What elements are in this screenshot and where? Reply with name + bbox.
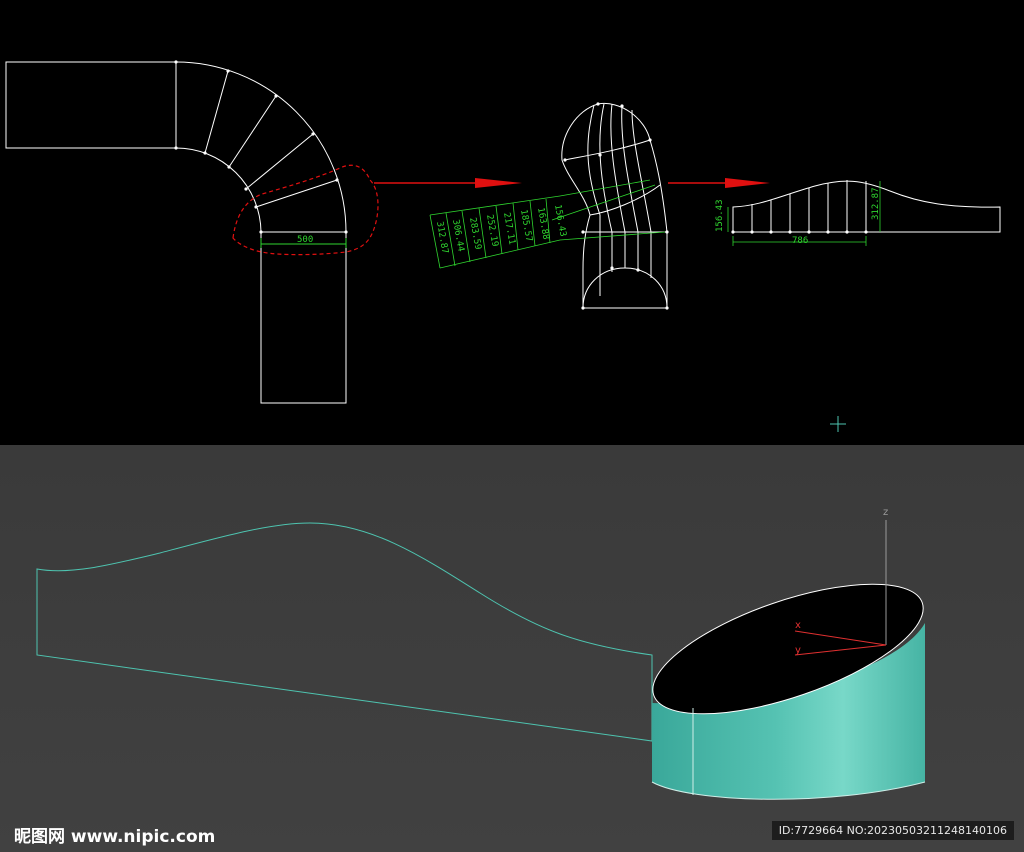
dimension-label: 786 bbox=[792, 236, 808, 246]
axis-y-label: y bbox=[795, 645, 801, 656]
viewport-area[interactable]: 500 312.87 306.44 283.59 252.19 217.11 1… bbox=[0, 0, 1024, 852]
vertical-pipe-segment bbox=[260, 231, 347, 404]
unrolled-spline-shape[interactable] bbox=[36, 522, 653, 742]
cylinder-end-cap bbox=[582, 267, 668, 309]
cut-cylinder-wireframe[interactable] bbox=[561, 102, 668, 309]
elbow-outer-arc bbox=[175, 61, 347, 233]
cylinder-vertices bbox=[563, 102, 669, 310]
cylinder-cross-line bbox=[589, 184, 661, 216]
unrolled-profile[interactable] bbox=[732, 180, 1001, 233]
watermark-site: 昵图网 www.nipic.com bbox=[14, 827, 216, 847]
dimension-pipe-width: 500 bbox=[260, 235, 347, 248]
cylinder-ruling bbox=[587, 104, 601, 296]
elbow-segment-line bbox=[228, 95, 277, 168]
perspective-scene: z x y bbox=[36, 507, 938, 800]
arrow-right-icon bbox=[374, 178, 522, 188]
svg-text:156.43: 156.43 bbox=[552, 204, 567, 238]
top-viewport[interactable]: 500 312.87 306.44 283.59 252.19 217.11 1… bbox=[0, 0, 1024, 445]
watermark-id: ID:7729664 NO:20230503211248140106 bbox=[771, 821, 1014, 840]
cad-drawing: 500 312.87 306.44 283.59 252.19 217.11 1… bbox=[5, 60, 1001, 432]
elbow-pipe[interactable] bbox=[5, 61, 347, 404]
dimension-label: 500 bbox=[297, 235, 313, 245]
elbow-segment-line bbox=[204, 70, 229, 154]
horizontal-pipe-segment bbox=[5, 61, 177, 149]
perspective-viewport[interactable]: z x y bbox=[0, 445, 1024, 852]
elbow-segment-line bbox=[245, 133, 314, 190]
crosshair-icon bbox=[830, 416, 846, 432]
cylinder-ruling bbox=[621, 105, 639, 270]
svg-text:283.59: 283.59 bbox=[467, 217, 482, 251]
axis-x-label: x bbox=[795, 620, 801, 631]
cut-cylinder-solid[interactable] bbox=[638, 557, 938, 800]
elbow-vertices bbox=[174, 60, 348, 234]
axis-z-label: z bbox=[883, 507, 888, 518]
dimension-label: 312.87 bbox=[871, 187, 881, 220]
elbow-inner-arc bbox=[175, 147, 262, 233]
arrow-right-icon bbox=[668, 178, 770, 188]
svg-text:306.44: 306.44 bbox=[450, 219, 465, 253]
dimension-label: 156.43 bbox=[715, 199, 725, 232]
svg-text:163.88: 163.88 bbox=[535, 207, 550, 241]
